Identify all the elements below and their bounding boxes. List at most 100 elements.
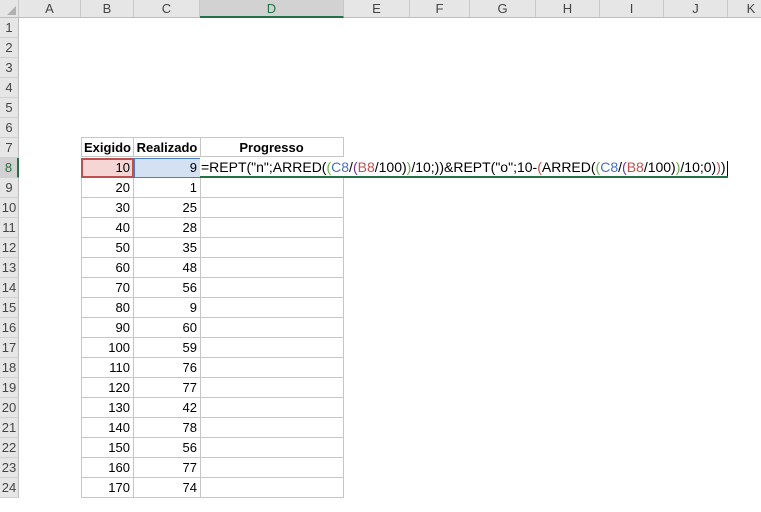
column-header-i[interactable]: I — [600, 0, 664, 18]
progresso-cell[interactable] — [200, 318, 344, 338]
exigido-cell[interactable]: 100 — [81, 338, 134, 358]
progresso-cell[interactable] — [200, 238, 344, 258]
progresso-cell[interactable] — [200, 178, 344, 198]
progresso-cell[interactable] — [200, 438, 344, 458]
row-header-21[interactable]: 21 — [0, 418, 19, 438]
exigido-cell[interactable]: 90 — [81, 318, 134, 338]
header-progresso[interactable]: Progresso — [200, 137, 344, 157]
column-header-e[interactable]: E — [344, 0, 410, 18]
exigido-cell[interactable]: 70 — [81, 278, 134, 298]
exigido-cell[interactable]: 50 — [81, 238, 134, 258]
realizado-cell[interactable]: 76 — [134, 358, 201, 378]
formula-text[interactable]: =REPT("n";ARRED((C8/(B8/100))/10;))&REPT… — [201, 159, 726, 175]
exigido-cell[interactable]: 30 — [81, 198, 134, 218]
realizado-cell[interactable]: 77 — [134, 458, 201, 478]
row-header-12[interactable]: 12 — [0, 238, 19, 258]
column-header-c[interactable]: C — [134, 0, 200, 18]
realizado-cell[interactable]: 28 — [134, 218, 201, 238]
formula-token: C8 — [600, 159, 619, 175]
realizado-cell[interactable]: 74 — [134, 478, 201, 498]
exigido-cell[interactable]: 120 — [81, 378, 134, 398]
row-header-22[interactable]: 22 — [0, 438, 19, 458]
row-header-4[interactable]: 4 — [0, 78, 19, 98]
progresso-cell[interactable] — [200, 358, 344, 378]
progresso-cell[interactable] — [200, 458, 344, 478]
row-header-8[interactable]: 8 — [0, 158, 19, 178]
progresso-cell[interactable] — [200, 338, 344, 358]
realizado-cell[interactable]: 59 — [134, 338, 201, 358]
row-header-6[interactable]: 6 — [0, 118, 19, 138]
realizado-cell[interactable]: 56 — [134, 438, 201, 458]
row-header-10[interactable]: 10 — [0, 198, 19, 218]
formula-token: ) — [720, 159, 726, 175]
row-header-3[interactable]: 3 — [0, 58, 19, 78]
row-header-18[interactable]: 18 — [0, 358, 19, 378]
select-all-triangle-icon — [7, 6, 16, 15]
progresso-cell[interactable] — [200, 378, 344, 398]
realizado-cell[interactable]: 77 — [134, 378, 201, 398]
header-exigido[interactable]: Exigido — [81, 137, 134, 157]
row-header-19[interactable]: 19 — [0, 378, 19, 398]
column-header-a[interactable]: A — [19, 0, 81, 18]
row-header-14[interactable]: 14 — [0, 278, 19, 298]
progresso-cell[interactable] — [200, 478, 344, 498]
exigido-cell[interactable]: 80 — [81, 298, 134, 318]
exigido-cell[interactable]: 160 — [81, 458, 134, 478]
progresso-cell[interactable] — [200, 258, 344, 278]
formula-edit-cell[interactable]: =REPT("n";ARRED((C8/(B8/100))/10;))&REPT… — [200, 157, 728, 178]
exigido-cell[interactable]: 140 — [81, 418, 134, 438]
column-header-f[interactable]: F — [410, 0, 470, 18]
realizado-cell[interactable]: 35 — [134, 238, 201, 258]
row-header-23[interactable]: 23 — [0, 458, 19, 478]
header-realizado[interactable]: Realizado — [134, 137, 201, 157]
row-header-9[interactable]: 9 — [0, 178, 19, 198]
formula-token: /10;0) — [680, 159, 717, 175]
realizado-cell[interactable]: 60 — [134, 318, 201, 338]
row-header-2[interactable]: 2 — [0, 38, 19, 58]
column-header-d[interactable]: D — [200, 0, 344, 18]
row-header-15[interactable]: 15 — [0, 298, 19, 318]
formula-token: =REPT("n";ARRED( — [201, 159, 327, 175]
row-header-13[interactable]: 13 — [0, 258, 19, 278]
row-header-16[interactable]: 16 — [0, 318, 19, 338]
realizado-cell[interactable]: 42 — [134, 398, 201, 418]
exigido-cell[interactable]: 40 — [81, 218, 134, 238]
column-header-k[interactable]: K — [728, 0, 761, 18]
row-header-24[interactable]: 24 — [0, 478, 19, 498]
progresso-cell[interactable] — [200, 198, 344, 218]
spreadsheet-grid[interactable]: ABCDEFGHIJK 1 2 3 4 5 6 7 8 9 10 11 12 13 14 15 16 17 18 1… — [0, 0, 761, 512]
row-header-5[interactable]: 5 — [0, 98, 19, 118]
row-header-20[interactable]: 20 — [0, 398, 19, 418]
column-header-h[interactable]: H — [536, 0, 600, 18]
realizado-cell[interactable]: 56 — [134, 278, 201, 298]
realizado-cell[interactable]: 1 — [134, 178, 201, 198]
formula-token: /10;))&REPT("o";10- — [411, 159, 538, 175]
column-header-j[interactable]: J — [664, 0, 728, 18]
realizado-cell[interactable]: 9 — [134, 158, 201, 178]
exigido-cell[interactable]: 110 — [81, 358, 134, 378]
row-header-7[interactable]: 7 — [0, 138, 19, 158]
exigido-cell[interactable]: 130 — [81, 398, 134, 418]
exigido-cell[interactable]: 170 — [81, 478, 134, 498]
progresso-cell[interactable] — [200, 278, 344, 298]
row-header-1[interactable]: 1 — [0, 18, 19, 38]
select-all-corner[interactable] — [0, 0, 19, 18]
column-header-g[interactable]: G — [470, 0, 536, 18]
progresso-cell[interactable] — [200, 418, 344, 438]
progresso-cell[interactable] — [200, 398, 344, 418]
exigido-cell[interactable]: 150 — [81, 438, 134, 458]
realizado-cell[interactable]: 25 — [134, 198, 201, 218]
row-header-17[interactable]: 17 — [0, 338, 19, 358]
exigido-cell[interactable]: 20 — [81, 178, 134, 198]
progresso-cell[interactable] — [200, 218, 344, 238]
exigido-cell[interactable]: 60 — [81, 258, 134, 278]
realizado-cell[interactable]: 78 — [134, 418, 201, 438]
row-header-11[interactable]: 11 — [0, 218, 19, 238]
progresso-cell[interactable] — [200, 298, 344, 318]
realizado-cell[interactable]: 48 — [134, 258, 201, 278]
realizado-cell[interactable]: 9 — [134, 298, 201, 318]
formula-token: B8 — [357, 159, 375, 175]
column-header-b[interactable]: B — [81, 0, 134, 18]
exigido-cell[interactable]: 10 — [81, 158, 134, 178]
formula-token: B8 — [626, 159, 644, 175]
